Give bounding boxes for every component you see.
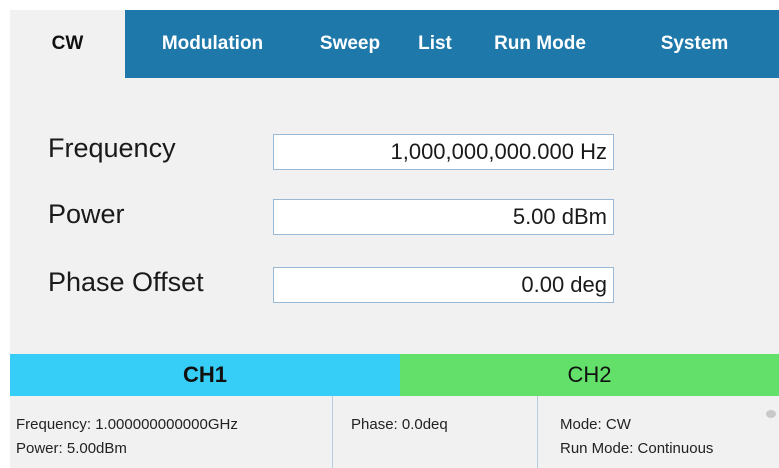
tab-bar: CW Modulation Sweep List Run Mode System bbox=[10, 10, 779, 78]
power-input[interactable]: 5.00 dBm bbox=[273, 199, 614, 235]
tab-sweep[interactable]: Sweep bbox=[300, 10, 400, 78]
status-run-mode: Run Mode: Continuous bbox=[560, 440, 714, 457]
frequency-input[interactable]: 1,000,000,000.000 Hz bbox=[273, 134, 614, 170]
status-bar: Frequency: 1.000000000000GHz Power: 5.00… bbox=[10, 396, 779, 468]
status-frequency-power: Frequency: 1.000000000000GHz Power: 5.00… bbox=[10, 396, 332, 468]
status-frequency: Frequency: 1.000000000000GHz bbox=[16, 416, 238, 433]
phase-offset-label: Phase Offset bbox=[48, 267, 204, 297]
channel-2-button[interactable]: CH2 bbox=[400, 354, 779, 396]
tab-run-mode[interactable]: Run Mode bbox=[470, 10, 610, 78]
status-mode-cell: Mode: CW Run Mode: Continuous bbox=[537, 396, 779, 468]
tab-cw[interactable]: CW bbox=[10, 10, 125, 78]
status-phase-cell: Phase: 0.0deq bbox=[332, 396, 538, 468]
cw-panel: Frequency 1,000,000,000.000 Hz Power 5.0… bbox=[10, 78, 779, 354]
tab-list[interactable]: List bbox=[400, 10, 470, 78]
tab-modulation[interactable]: Modulation bbox=[125, 10, 300, 78]
status-power: Power: 5.00dBm bbox=[16, 440, 127, 457]
frequency-label: Frequency bbox=[48, 133, 176, 163]
power-label: Power bbox=[48, 199, 125, 229]
indicator-dot-icon bbox=[766, 410, 776, 418]
status-phase: Phase: 0.0deq bbox=[351, 416, 448, 433]
tab-system[interactable]: System bbox=[610, 10, 779, 78]
phase-offset-input[interactable]: 0.00 deg bbox=[273, 267, 614, 303]
status-mode: Mode: CW bbox=[560, 416, 631, 433]
channel-1-button[interactable]: CH1 bbox=[10, 354, 400, 396]
